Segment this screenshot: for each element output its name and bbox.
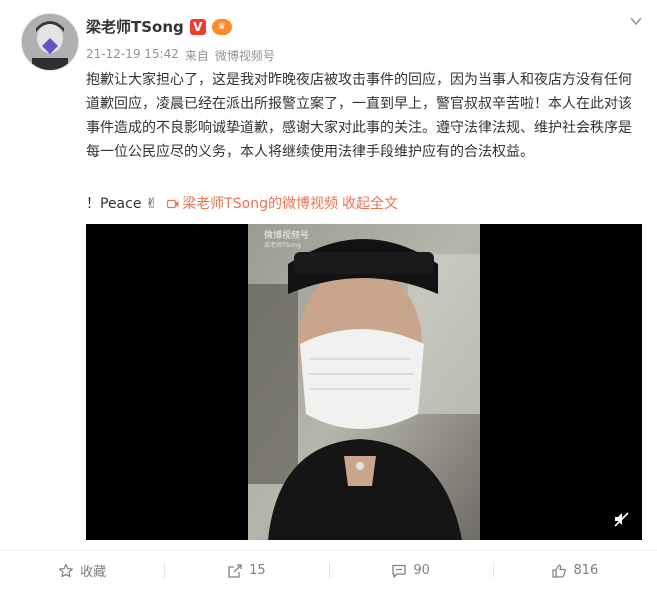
peace-text: ！Peace xyxy=(86,196,142,212)
post-timestamp[interactable]: 21-12-19 15:42 xyxy=(86,47,179,64)
watermark-title: 微博视频号 xyxy=(264,231,310,241)
thumbs-up-icon xyxy=(552,563,567,578)
like-button[interactable]: 816 xyxy=(492,550,657,591)
chevron-down-icon[interactable] xyxy=(629,14,643,28)
video-frame xyxy=(248,224,480,540)
video-link-label: 梁老师TSong的微博视频 xyxy=(182,196,338,212)
repost-button[interactable]: 15 xyxy=(164,550,328,591)
verified-badge-icon[interactable]: V xyxy=(189,18,206,35)
username-link[interactable]: 梁老师TSong xyxy=(86,16,184,37)
video-watermark: 微博视频号 梁老师TSong xyxy=(264,231,309,251)
video-camera-icon xyxy=(167,199,179,209)
comment-icon xyxy=(392,564,406,578)
post-source[interactable]: 微博视频号 xyxy=(215,47,275,64)
post-links-row: ！Peace ✌ 梁老师TSong的微博视频 收起全文 xyxy=(86,193,398,215)
weibo-post-card: 梁老师TSong V ♛ 21-12-19 15:42 来自 微博视频号 抱歉让… xyxy=(0,0,657,591)
share-icon xyxy=(228,563,242,578)
mute-icon[interactable] xyxy=(612,510,630,528)
comment-button[interactable]: 90 xyxy=(328,550,493,591)
favorite-label: 收藏 xyxy=(80,565,107,580)
star-icon xyxy=(59,563,74,577)
collapse-text-link[interactable]: 收起全文 xyxy=(342,193,398,215)
repost-count: 15 xyxy=(249,563,266,578)
post-body: 抱歉让大家担心了，这是我对昨晚夜店被攻击事件的回应，因为当事人和夜店方没有任何道… xyxy=(86,68,642,164)
watermark-subtitle: 梁老师TSong xyxy=(264,242,301,249)
avatar-image xyxy=(22,14,78,70)
source-prefix: 来自 xyxy=(184,49,209,63)
video-player[interactable]: 微博视频号 梁老师TSong xyxy=(86,224,642,540)
fan-level-icon[interactable]: ♛ xyxy=(211,18,232,35)
video-thumbnail xyxy=(248,224,480,540)
peace-hand-icon: ✌ xyxy=(145,196,158,212)
user-name-row: 梁老师TSong V ♛ xyxy=(86,16,232,37)
like-count: 816 xyxy=(573,563,599,578)
video-link[interactable]: 梁老师TSong的微博视频 xyxy=(167,193,338,215)
comment-count: 90 xyxy=(413,563,430,578)
post-text: 抱歉让大家担心了，这是我对昨晚夜店被攻击事件的回应，因为当事人和夜店方没有任何道… xyxy=(86,72,632,160)
post-meta: 21-12-19 15:42 来自 微博视频号 xyxy=(86,47,275,64)
user-avatar[interactable] xyxy=(21,13,79,71)
favorite-button[interactable]: 收藏 xyxy=(0,550,164,591)
action-bar: 收藏 15 90 816 xyxy=(0,550,657,591)
